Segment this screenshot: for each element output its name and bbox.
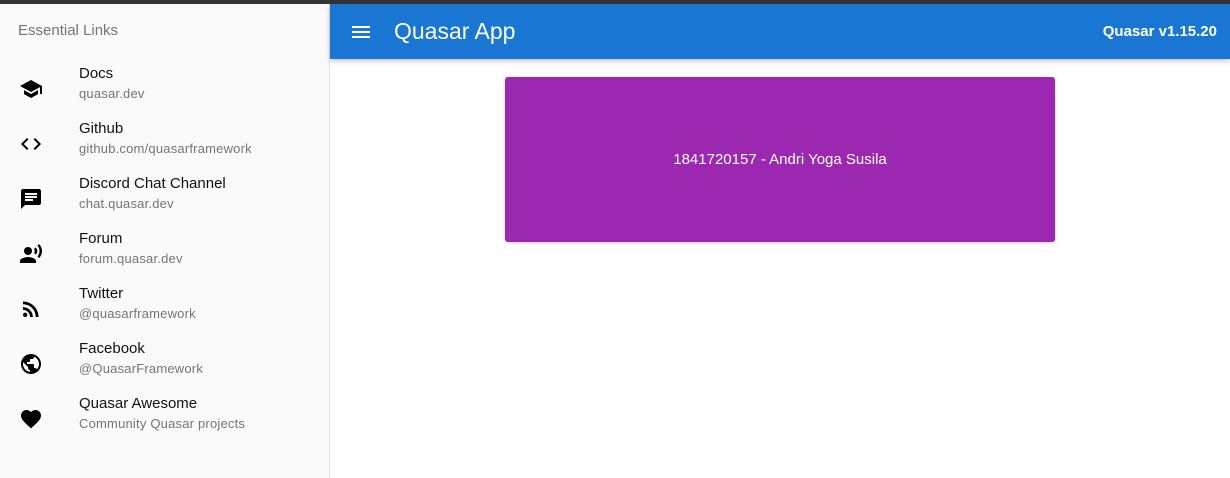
drawer-item-quasar-awesome[interactable]: Quasar Awesome Community Quasar projects bbox=[0, 394, 329, 449]
left-drawer: Essential Links Docs quasar.dev Github g… bbox=[0, 4, 330, 478]
version-label: Quasar v1.15.20 bbox=[1102, 23, 1217, 40]
menu-icon[interactable] bbox=[347, 18, 375, 46]
public-icon bbox=[18, 351, 44, 377]
app-header: Quasar App Quasar v1.15.20 bbox=[330, 4, 1230, 59]
drawer-header: Essential Links bbox=[18, 22, 119, 39]
favorite-icon bbox=[18, 406, 44, 432]
drawer-item-title: Github bbox=[79, 120, 124, 137]
drawer-item-title: Quasar Awesome bbox=[79, 395, 198, 412]
drawer-item-forum[interactable]: Forum forum.quasar.dev bbox=[0, 229, 329, 284]
drawer-item-caption: @QuasarFramework bbox=[79, 361, 204, 376]
drawer-item-docs[interactable]: Docs quasar.dev bbox=[0, 64, 329, 119]
drawer-item-title: Discord Chat Channel bbox=[79, 175, 226, 192]
drawer-item-facebook[interactable]: Facebook @QuasarFramework bbox=[0, 339, 329, 394]
drawer-item-caption: github.com/quasarframework bbox=[79, 141, 252, 156]
drawer-item-caption: forum.quasar.dev bbox=[79, 251, 183, 266]
code-icon bbox=[18, 131, 44, 157]
drawer-item-discord[interactable]: Discord Chat Channel chat.quasar.dev bbox=[0, 174, 329, 229]
record-voice-icon bbox=[18, 241, 44, 267]
student-card: 1841720157 - Andri Yoga Susila bbox=[505, 77, 1055, 242]
drawer-item-caption: chat.quasar.dev bbox=[79, 196, 174, 211]
chat-icon bbox=[18, 186, 44, 212]
drawer-item-caption: Community Quasar projects bbox=[79, 416, 246, 431]
drawer-item-title: Forum bbox=[79, 230, 123, 247]
card-text: 1841720157 - Andri Yoga Susila bbox=[673, 151, 887, 168]
rss-feed-icon bbox=[18, 296, 44, 322]
drawer-item-caption: quasar.dev bbox=[79, 86, 145, 101]
drawer-item-twitter[interactable]: Twitter @quasarframework bbox=[0, 284, 329, 339]
drawer-item-github[interactable]: Github github.com/quasarframework bbox=[0, 119, 329, 174]
school-icon bbox=[18, 76, 44, 102]
drawer-item-caption: @quasarframework bbox=[79, 306, 196, 321]
drawer-item-title: Twitter bbox=[79, 285, 124, 302]
drawer-item-title: Docs bbox=[79, 65, 114, 82]
drawer-item-title: Facebook bbox=[79, 340, 145, 357]
app-title: Quasar App bbox=[394, 18, 516, 44]
